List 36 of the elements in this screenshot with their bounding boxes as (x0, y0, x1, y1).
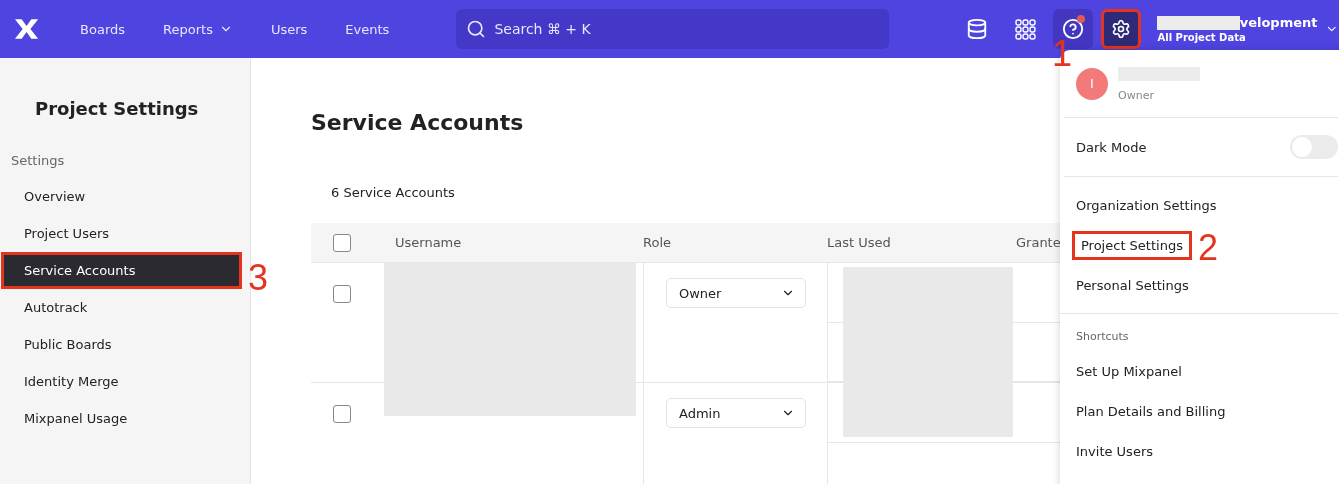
user-role: Owner (1118, 88, 1155, 102)
menu-item[interactable]: Plan Details and Billing (1072, 399, 1230, 423)
account-count: 6 Service Accounts (331, 185, 455, 202)
role-select[interactable]: Admin (666, 398, 806, 428)
project-scope: All Project Data (1157, 32, 1247, 43)
nav-link[interactable]: Users (251, 21, 327, 37)
menu-label: Dark Mode (1076, 139, 1147, 155)
search-field[interactable]: Search ⌘ + K (456, 9, 890, 49)
sidebar-item[interactable]: Service Accounts (1, 252, 242, 289)
column-header: Last Used (827, 234, 892, 252)
sidebar-item[interactable]: Identity Merge (1, 363, 242, 400)
nav-link[interactable]: Boards (61, 21, 145, 37)
callout-number: 2 (1198, 230, 1219, 266)
column-header: Grante (1016, 234, 1062, 252)
user-avatar: I (1076, 67, 1108, 100)
sidebar-item[interactable]: Overview (1, 178, 242, 215)
project-name: velopment (1239, 15, 1318, 30)
callout-number: 3 (248, 260, 269, 296)
menu-item[interactable]: Personal Settings (1072, 273, 1193, 297)
sidebar-item[interactable]: Public Boards (1, 326, 242, 363)
role-select[interactable]: Owner (666, 278, 806, 308)
sidebar-title: Project Settings (34, 98, 200, 119)
sidebar-section-label: Settings (10, 153, 66, 168)
nav-link[interactable]: Reports (144, 21, 252, 37)
column-header: Username (394, 234, 463, 252)
page-title: Service Accounts (311, 110, 525, 135)
menu-item[interactable]: Invite Users (1072, 439, 1157, 463)
nav-link[interactable]: Events (326, 21, 409, 37)
menu-item[interactable]: Project Settings (1072, 230, 1192, 260)
menu-item[interactable]: Organization Settings (1072, 193, 1221, 217)
menu-section-label: Shortcuts (1075, 329, 1130, 345)
menu-item[interactable]: Set Up Mixpanel (1072, 359, 1186, 383)
sidebar-item[interactable]: Autotrack (1, 289, 242, 326)
column-header: Role (643, 234, 672, 252)
sidebar-item[interactable]: Mixpanel Usage (1, 400, 242, 437)
sidebar-item[interactable]: Project Users (1, 215, 242, 252)
